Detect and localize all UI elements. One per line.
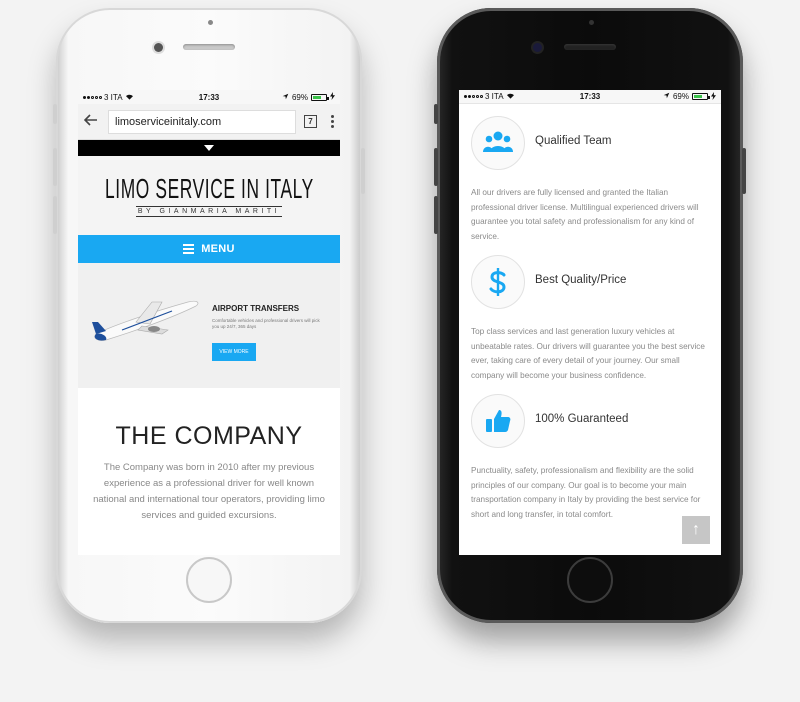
browser-toolbar: limoserviceinitaly.com 7: [78, 104, 340, 140]
hero-text: Comfortable vehicles and professional dr…: [212, 318, 320, 329]
volume-down-button: [434, 196, 438, 234]
feature-description: Top class services and last generation l…: [471, 327, 705, 380]
battery-percent: 69%: [672, 92, 689, 101]
battery-percent: 69%: [291, 92, 308, 102]
power-button: [361, 148, 365, 194]
hero-banner: AIRPORT TRANSFERS Comfortable vehicles a…: [78, 263, 340, 388]
power-button: [742, 148, 746, 194]
logo-subtitle: BY GIANMARIA MARITI: [135, 205, 283, 217]
volume-up-button: [53, 148, 57, 186]
home-button[interactable]: [186, 557, 232, 603]
charging-icon: [711, 91, 716, 102]
hamburger-icon: [183, 244, 195, 254]
feature-description: Punctuality, safety, professionalism and…: [471, 466, 701, 519]
feature-title: Best Quality/Price: [535, 274, 627, 286]
mute-switch: [434, 104, 438, 124]
left-phone-screen: 3 ITA 17:33 69% limoserviceinitaly.com 7…: [78, 90, 340, 555]
front-camera: [154, 43, 163, 52]
airplane-image: [92, 300, 199, 341]
company-heading: THE COMPANY: [115, 422, 303, 450]
mute-switch: [53, 104, 57, 124]
battery-icon: [692, 93, 710, 100]
status-bar: 3 ITA 17:33 69%: [78, 90, 340, 104]
feature-title: Qualified Team: [535, 135, 612, 147]
white-phone: 3 ITA 17:33 69% limoserviceinitaly.com 7…: [53, 8, 365, 623]
location-icon: [282, 93, 289, 102]
proximity-sensor: [589, 20, 594, 25]
battery-icon: [311, 93, 329, 101]
site-logo[interactable]: LIMO SERVICE IN ITALY BY GIANMARIA MARIT…: [78, 156, 340, 235]
earpiece: [564, 44, 616, 50]
back-to-top-button[interactable]: ↑: [682, 516, 710, 544]
charging-icon: [330, 92, 335, 102]
feature-title: 100% Guaranteed: [535, 413, 629, 425]
dollar-icon: [471, 255, 525, 309]
menu-label: MENU: [201, 243, 235, 255]
feature-description: All our drivers are fully licensed and g…: [471, 188, 699, 241]
location-icon: [663, 92, 670, 101]
tab-count-button[interactable]: 7: [304, 115, 317, 128]
menu-button[interactable]: MENU: [78, 235, 340, 263]
thumbs-up-icon: [471, 394, 525, 448]
more-options-icon[interactable]: [331, 115, 334, 128]
hero-title: AIRPORT TRANSFERS: [212, 304, 300, 313]
arrow-up-icon: ↑: [692, 521, 700, 538]
earpiece: [183, 44, 235, 50]
front-camera: [533, 43, 542, 52]
proximity-sensor: [208, 20, 213, 25]
url-field[interactable]: limoserviceinitaly.com: [108, 109, 296, 134]
volume-down-button: [53, 196, 57, 234]
black-phone: 3 ITA 17:33 69% Qualified Team All our d…: [434, 8, 746, 623]
view-more-button[interactable]: VIEW MORE: [212, 343, 256, 361]
status-bar: 3 ITA 17:33 69%: [459, 90, 721, 104]
company-section: THE COMPANY The Company was born in 2010…: [78, 388, 340, 524]
team-icon: [471, 116, 525, 170]
logo-title: LIMO SERVICE IN ITALY: [104, 172, 314, 204]
top-dropdown-toggle[interactable]: [78, 140, 340, 156]
home-button[interactable]: [567, 557, 613, 603]
company-text: The Company was born in 2010 after my pr…: [93, 462, 325, 521]
back-arrow-icon[interactable]: [83, 113, 100, 131]
right-phone-screen: 3 ITA 17:33 69% Qualified Team All our d…: [459, 90, 721, 555]
volume-up-button: [434, 148, 438, 186]
